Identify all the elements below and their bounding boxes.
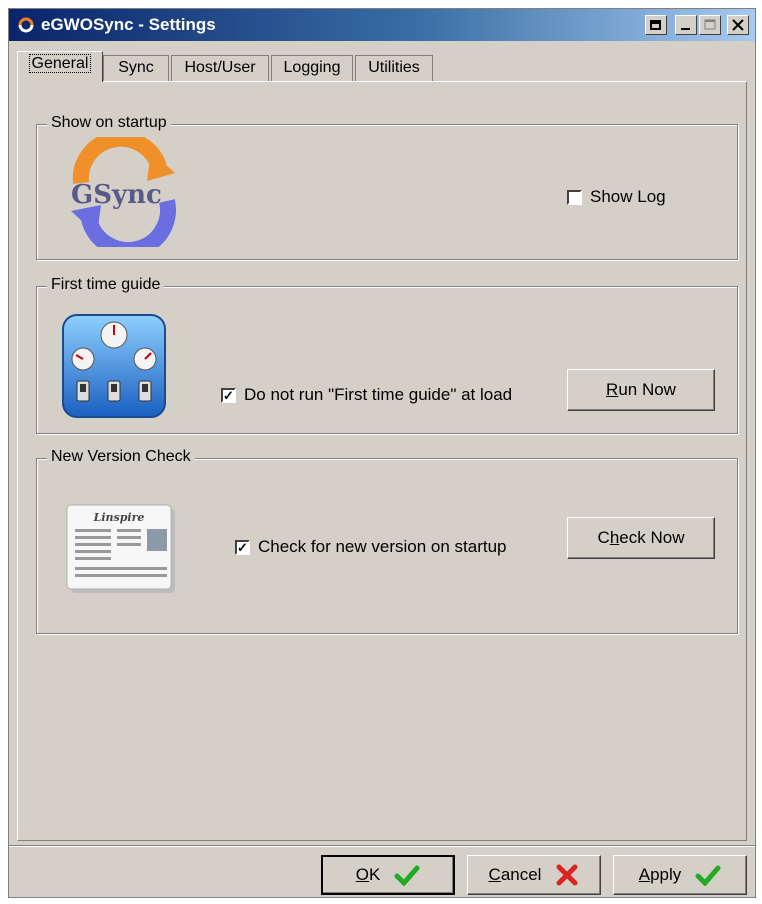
- tab-utilities[interactable]: Utilities: [355, 55, 433, 81]
- title-bar[interactable]: eGWOSync - Settings: [9, 9, 755, 41]
- tab-logging[interactable]: Logging: [271, 55, 353, 81]
- maximize-icon: [704, 19, 716, 30]
- ok-label: OK: [355, 865, 381, 884]
- tab-general[interactable]: General: [17, 51, 103, 82]
- newspaper-icon: Linspire: [66, 504, 175, 593]
- show-log-checkbox-row[interactable]: Show Log: [567, 187, 666, 207]
- skip-guide-checkbox-row[interactable]: ✓ Do not run "First time guide" at load: [221, 385, 512, 405]
- skip-guide-checkbox[interactable]: ✓: [221, 387, 236, 403]
- apply-button[interactable]: Apply: [613, 855, 747, 895]
- startup-group: Show on startup GSync Show Log: [36, 114, 738, 260]
- tab-sync[interactable]: Sync: [103, 55, 169, 81]
- red-x-icon: [556, 864, 578, 886]
- version-check-checkbox[interactable]: ✓: [235, 539, 250, 555]
- close-icon: [732, 19, 744, 31]
- show-log-label: Show Log: [590, 187, 666, 206]
- version-check-label: Check for new version on startup: [258, 537, 507, 556]
- check-now-mnemonic: h: [609, 528, 620, 547]
- run-now-mnemonic: R: [606, 380, 619, 399]
- check-now-label-rest: eck Now: [619, 528, 685, 547]
- settings-window: eGWOSync - Settings General Sync Host/Us…: [8, 8, 756, 898]
- window-title: eGWOSync - Settings: [41, 15, 216, 34]
- cancel-button[interactable]: Cancel: [467, 855, 601, 895]
- minimize-button[interactable]: [675, 15, 697, 35]
- footer-separator: [9, 845, 755, 847]
- skip-guide-label: Do not run "First time guide" at load: [244, 385, 513, 404]
- restore-icon-button[interactable]: [645, 15, 667, 35]
- maximize-button[interactable]: [699, 15, 721, 35]
- cancel-label: Cancel: [488, 865, 542, 884]
- window-restore-icon: [650, 20, 661, 30]
- green-checkmark-icon: [695, 865, 721, 886]
- tab-host-user[interactable]: Host/User: [171, 55, 269, 81]
- first-time-guide-group-label: First time guide: [47, 276, 165, 294]
- run-now-button[interactable]: Run Now: [567, 369, 715, 411]
- sync-logo-icon: GSync: [71, 137, 176, 247]
- skip-guide-check-mark: ✓: [223, 387, 234, 403]
- green-checkmark-icon: [394, 865, 420, 886]
- general-tab-panel: Show on startup GSync Show Log First tim…: [17, 81, 747, 841]
- show-log-checkbox[interactable]: [567, 189, 582, 205]
- minimize-icon: [681, 28, 690, 30]
- app-icon: [18, 17, 34, 33]
- close-button[interactable]: [727, 15, 749, 35]
- ok-button[interactable]: OK: [321, 855, 455, 895]
- version-check-check-mark: ✓: [237, 539, 248, 555]
- startup-group-label: Show on startup: [47, 114, 171, 132]
- sync-logo-text: GSync: [71, 180, 162, 210]
- run-now-label-rest: un Now: [618, 380, 676, 399]
- version-check-checkbox-row[interactable]: ✓ Check for new version on startup: [235, 537, 507, 557]
- gauges-switches-icon: [62, 314, 166, 418]
- newspaper-title: Linspire: [93, 511, 145, 524]
- first-time-guide-group: First time guide ✓ Do not run "First tim…: [36, 276, 738, 434]
- version-check-group-label: New Version Check: [47, 448, 195, 466]
- apply-label: Apply: [638, 865, 682, 884]
- check-now-button[interactable]: Check Now: [567, 517, 715, 559]
- check-now-label-start: C: [597, 528, 610, 547]
- version-check-group: New Version Check Linspire ✓ Check for n…: [36, 448, 738, 634]
